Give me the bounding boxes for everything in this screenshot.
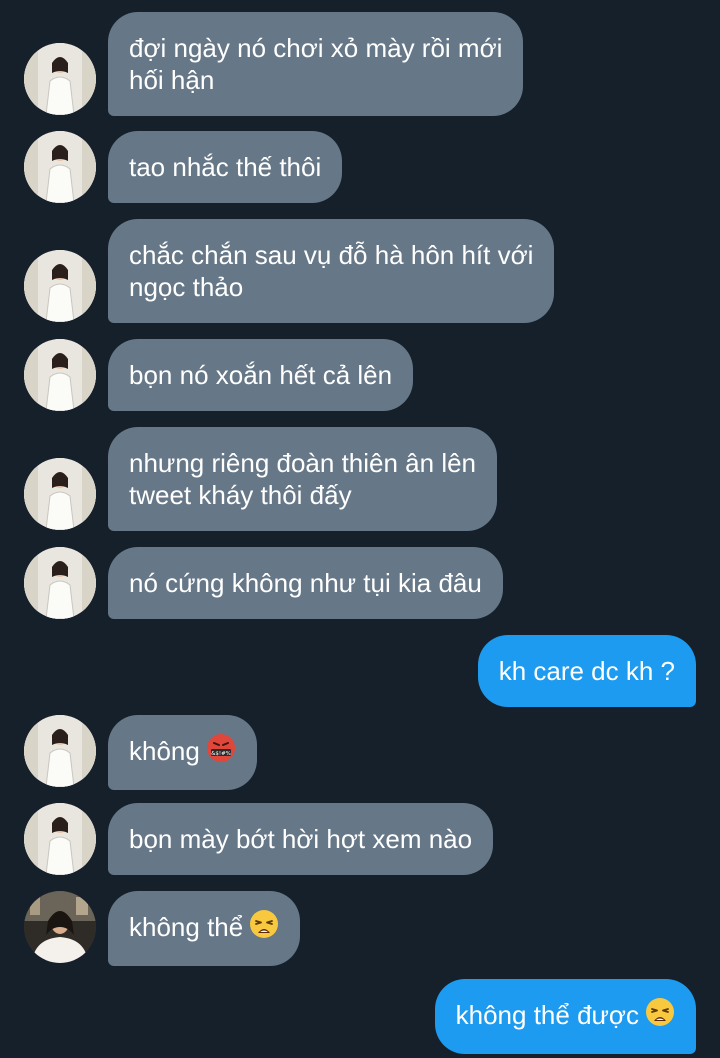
message-row: không thể được — [0, 979, 720, 1054]
incoming-message-bubble[interactable]: bọn mày bớt hời hợt xem nào — [108, 803, 494, 875]
message-text-line: kh care dc kh ? — [498, 656, 675, 686]
message-row: nhưng riêng đoàn thiên ân lên tweet kháy… — [0, 427, 720, 531]
message-text-line: tweet kháy thôi đấy — [129, 480, 352, 510]
message-row: bọn mày bớt hời hợt xem nào — [0, 803, 720, 875]
message-text-line: hối hận — [129, 65, 215, 95]
incoming-message-bubble[interactable]: chắc chắn sau vụ đỗ hà hôn hít với ngọc … — [108, 219, 555, 323]
message-text-line: nó cứng không như tụi kia đâu — [129, 568, 482, 598]
message-text-line: bọn mày bớt hời hợt xem nào — [129, 824, 473, 854]
sender-avatar[interactable] — [24, 131, 96, 203]
sender-avatar[interactable] — [24, 43, 96, 115]
swearing-symbols: &$!#% — [211, 751, 231, 757]
message-row: kh care dc kh ? — [0, 635, 720, 707]
message-text-line: không thể được — [455, 1000, 639, 1030]
sender-avatar[interactable] — [24, 250, 96, 322]
incoming-message-bubble[interactable]: tao nhắc thế thôi — [108, 131, 343, 203]
incoming-message-bubble[interactable]: bọn nó xoắn hết cả lên — [108, 339, 414, 411]
incoming-message-bubble[interactable]: không &$!#% — [108, 715, 257, 790]
incoming-message-bubble[interactable]: không thể — [108, 891, 301, 966]
outgoing-message-bubble[interactable]: không thể được — [434, 979, 696, 1054]
message-text-line: tao nhắc thế thôi — [129, 152, 322, 182]
sender-avatar[interactable] — [24, 891, 96, 963]
sender-avatar[interactable] — [24, 547, 96, 619]
incoming-message-bubble[interactable]: nó cứng không như tụi kia đâu — [108, 547, 503, 619]
incoming-message-bubble[interactable]: đợi ngày nó chơi xỏ mày rồi mới hối hận — [108, 12, 524, 116]
message-text-line: không — [129, 736, 200, 766]
message-text-line: đợi ngày nó chơi xỏ mày rồi mới — [129, 33, 503, 63]
swearing-face-icon: &$!#% — [206, 733, 236, 770]
weary-face-icon — [645, 997, 675, 1034]
message-text-line: không thể — [129, 912, 244, 942]
message-row: đợi ngày nó chơi xỏ mày rồi mới hối hận — [0, 12, 720, 116]
sender-avatar[interactable] — [24, 803, 96, 875]
sender-avatar[interactable] — [24, 715, 96, 787]
message-row: chắc chắn sau vụ đỗ hà hôn hít với ngọc … — [0, 219, 720, 323]
sender-avatar[interactable] — [24, 458, 96, 530]
message-text-line: chắc chắn sau vụ đỗ hà hôn hít với — [129, 240, 534, 270]
weary-face-icon — [249, 909, 279, 946]
message-row: không thể — [0, 891, 720, 966]
message-row: không &$!#% — [0, 715, 720, 790]
outgoing-message-bubble[interactable]: kh care dc kh ? — [477, 635, 696, 707]
sender-avatar[interactable] — [24, 339, 96, 411]
incoming-message-bubble[interactable]: nhưng riêng đoàn thiên ân lên tweet kháy… — [108, 427, 498, 531]
message-text-line: nhưng riêng đoàn thiên ân lên — [129, 448, 477, 478]
message-row: nó cứng không như tụi kia đâu — [0, 547, 720, 619]
message-text-line: ngọc thảo — [129, 272, 244, 302]
message-row: bọn nó xoắn hết cả lên — [0, 339, 720, 411]
message-row: tao nhắc thế thôi — [0, 131, 720, 203]
message-text-line: bọn nó xoắn hết cả lên — [129, 360, 393, 390]
message-thread: đợi ngày nó chơi xỏ mày rồi mới hối hận … — [0, 0, 720, 1058]
